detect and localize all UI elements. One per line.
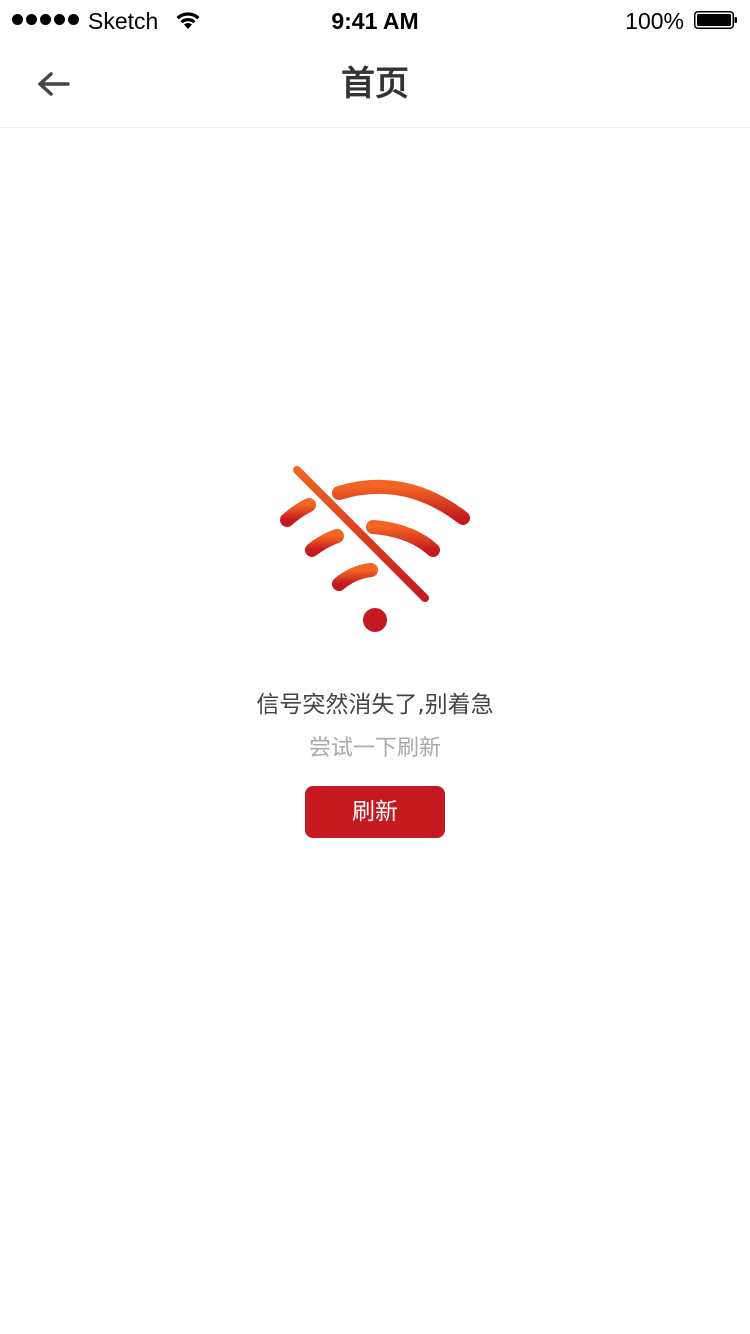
battery-icon: [694, 11, 737, 29]
refresh-button[interactable]: 刷新: [305, 786, 445, 838]
page-title: 首页: [341, 64, 409, 104]
nav-bar: 首页: [0, 40, 750, 128]
error-subline: 尝试一下刷新: [308, 736, 441, 761]
screen: Sketch 9:41 AM 100% 首页 信号突然消失了,别着急 尝试一下刷…: [0, 0, 750, 1334]
wifi-off-icon: [280, 466, 470, 632]
status-bar: Sketch 9:41 AM 100%: [0, 0, 750, 40]
battery-percent: 100%: [625, 8, 684, 34]
empty-state: 信号突然消失了,别着急 尝试一下刷新 刷新: [0, 460, 750, 838]
error-headline: 信号突然消失了,别着急: [256, 692, 494, 718]
